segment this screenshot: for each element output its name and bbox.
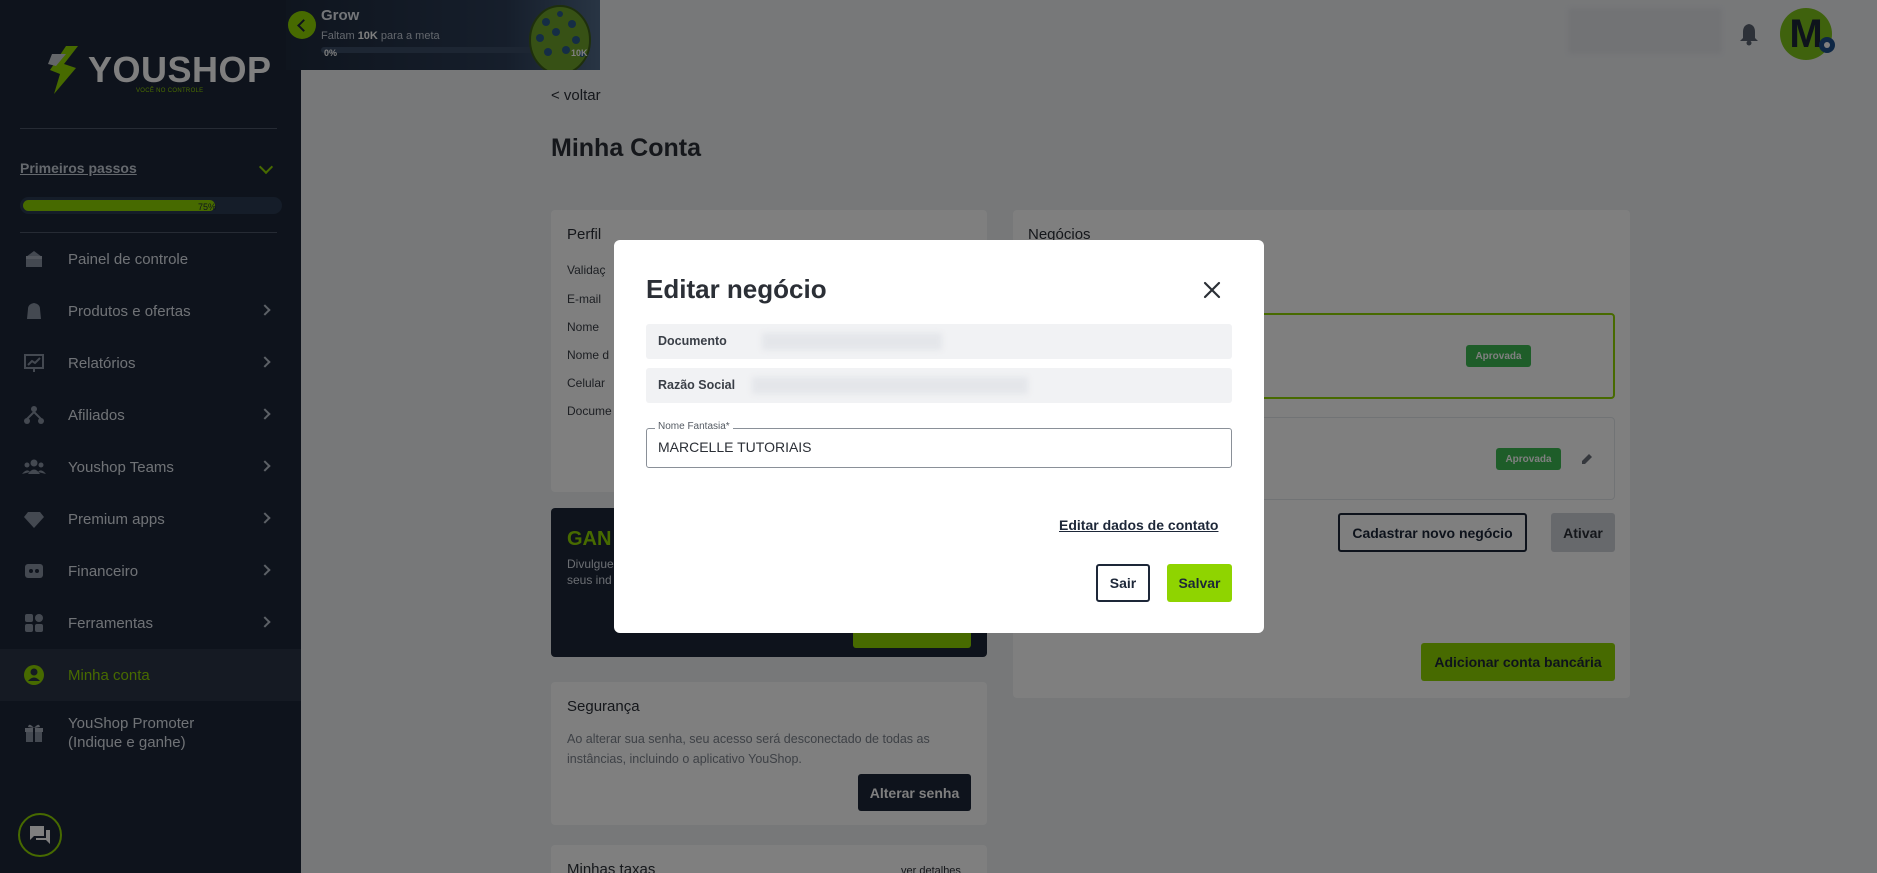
modal-title: Editar negócio <box>646 274 827 304</box>
razao-social-label: Razão Social <box>658 378 736 392</box>
razao-social-field: Razão Social <box>646 368 1232 403</box>
documento-field: Documento <box>646 324 1232 359</box>
cancel-button[interactable]: Sair <box>1096 564 1150 602</box>
edit-business-modal: Editar negócio Documento Razão Social No… <box>614 240 1264 633</box>
documento-label: Documento <box>658 334 727 348</box>
nome-fantasia-field: Nome Fantasia* <box>646 421 1232 468</box>
nome-fantasia-label: Nome Fantasia* <box>655 421 733 432</box>
documento-value-blurred <box>762 333 942 350</box>
save-button[interactable]: Salvar <box>1167 564 1232 602</box>
razao-social-value-blurred <box>752 377 1028 394</box>
nome-fantasia-input[interactable] <box>658 439 1218 455</box>
edit-contact-link[interactable]: Editar dados de contato <box>1059 517 1218 533</box>
close-icon[interactable] <box>1202 280 1222 300</box>
